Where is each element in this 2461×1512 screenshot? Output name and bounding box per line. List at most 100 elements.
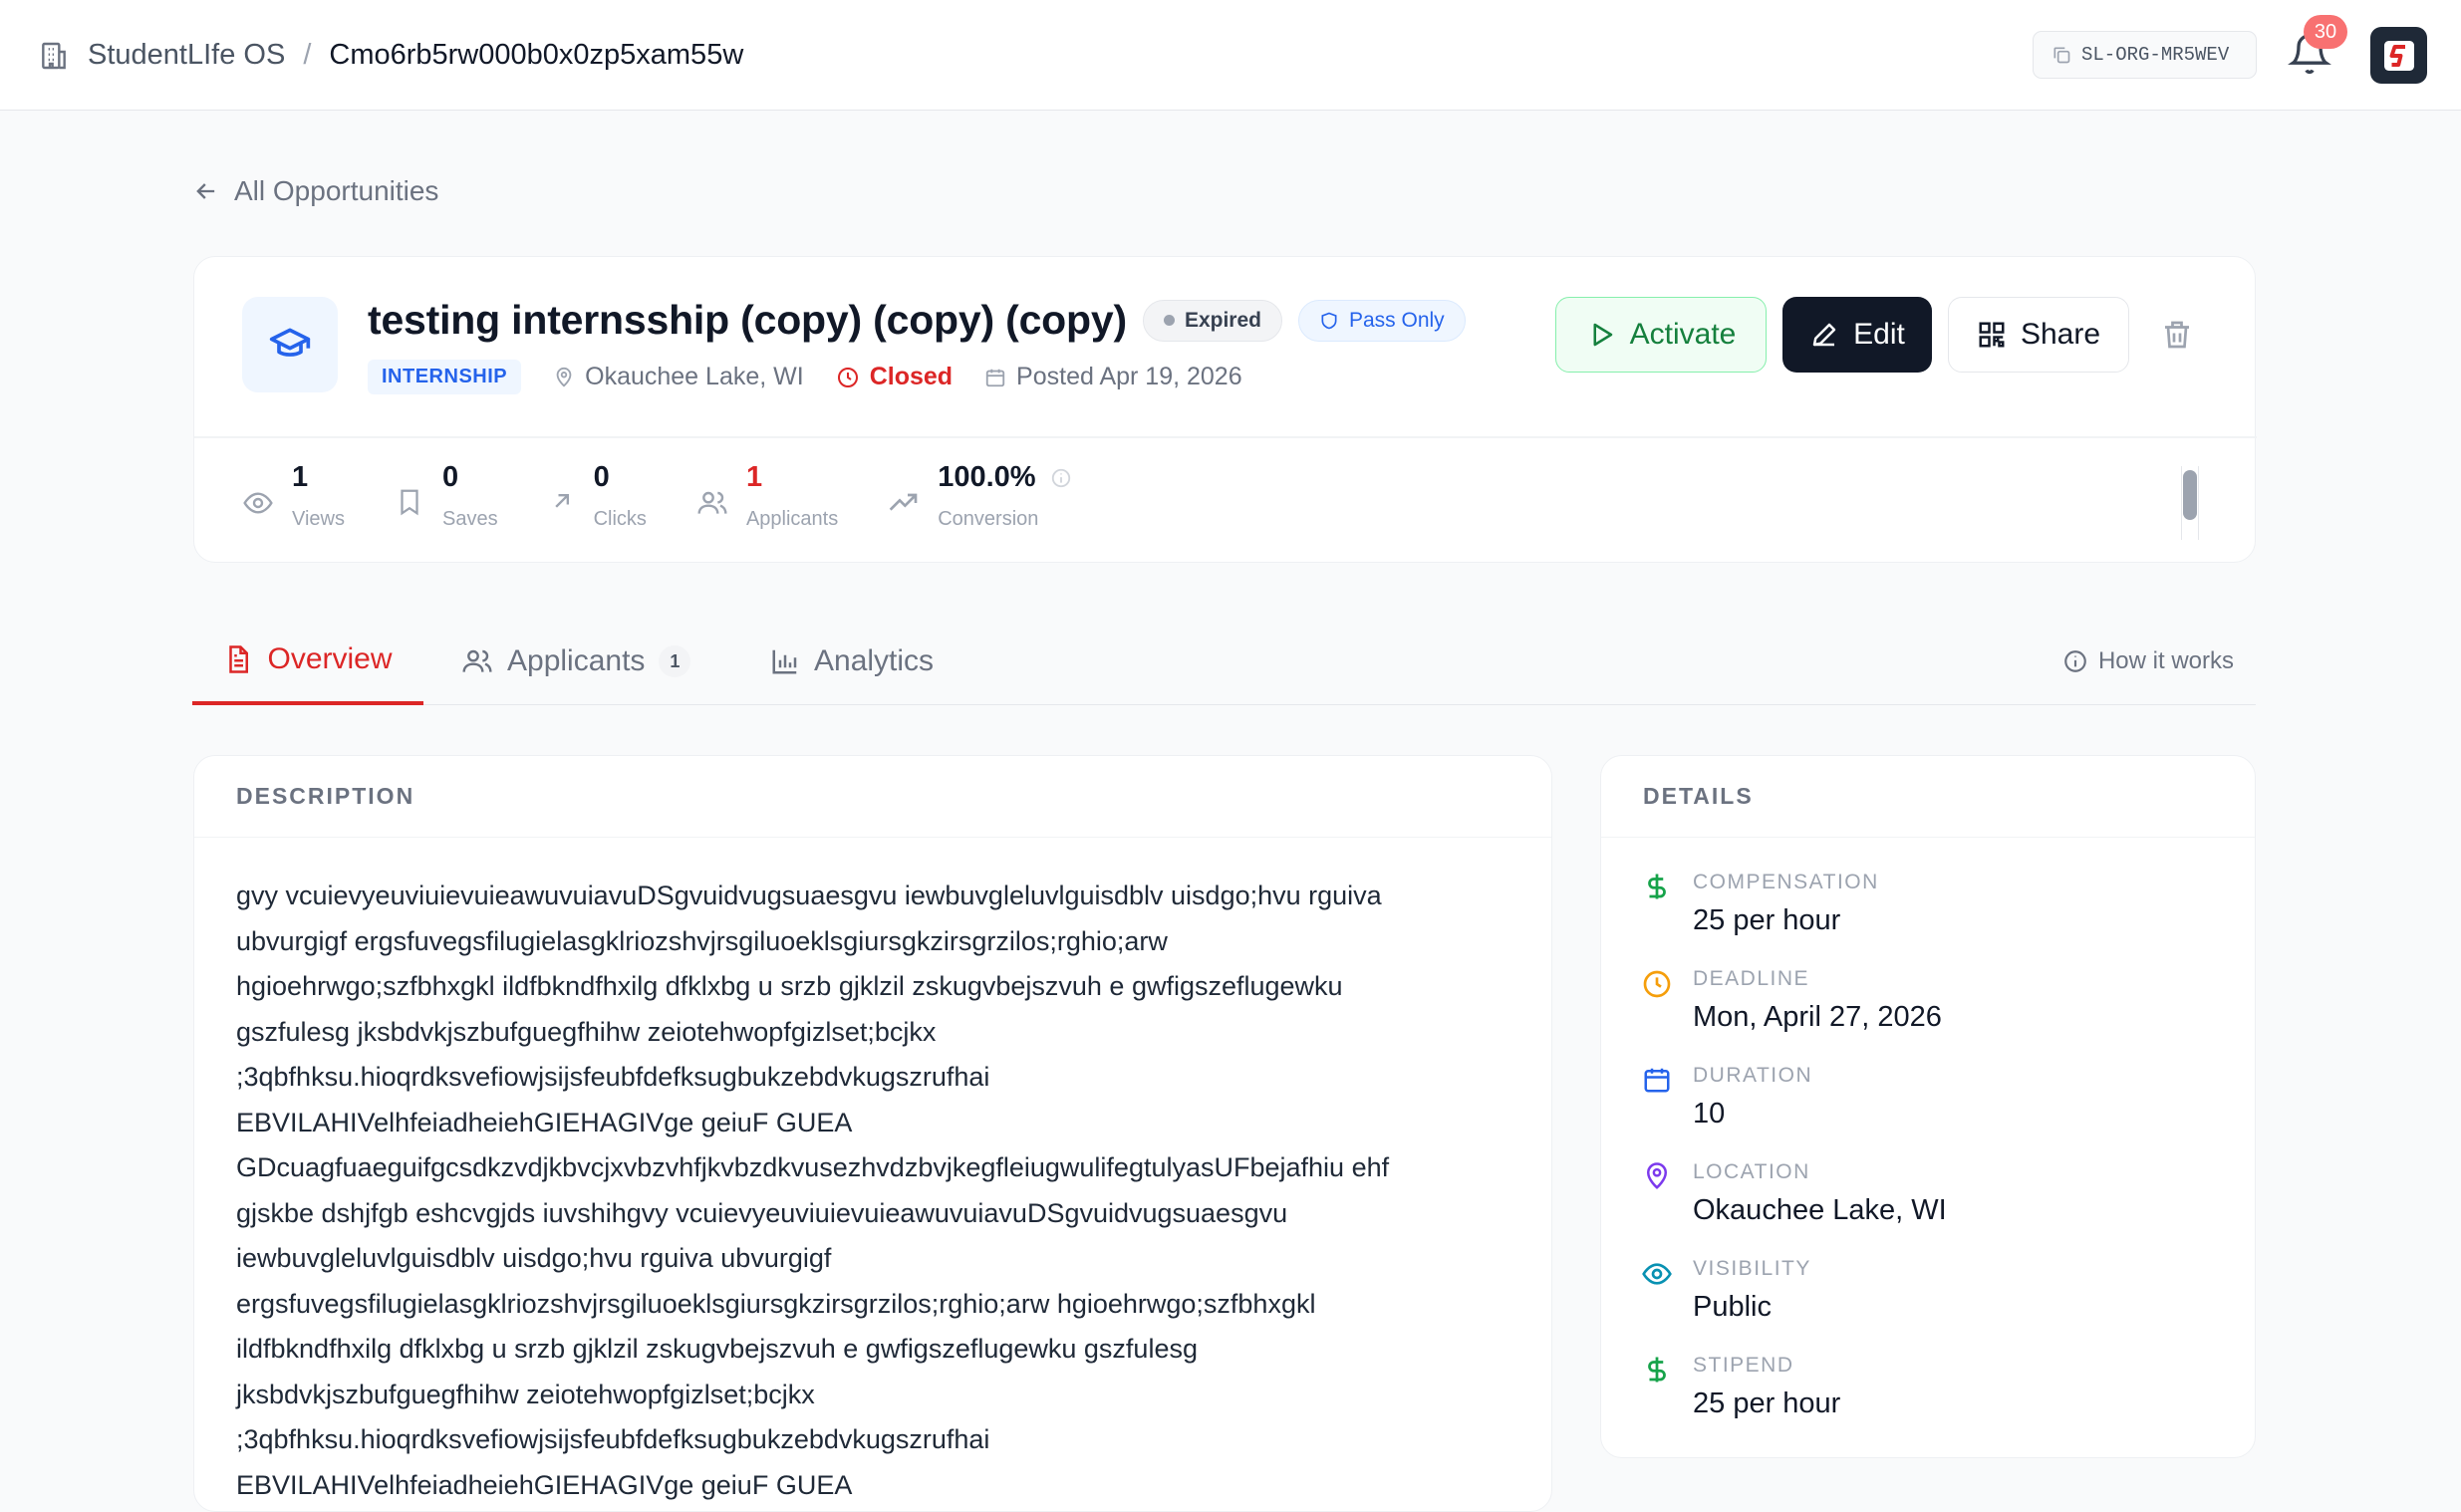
breadcrumb-org[interactable]: StudentLIfe OS [88,39,285,72]
top-bar: StudentLIfe OS / Cmo6rb5rw000b0x0zp5xam5… [0,0,2461,111]
posted-date: Posted Apr 19, 2026 [984,363,1242,391]
grading-badge: Pass Only [1297,299,1466,342]
org-code-copy-button[interactable]: SL-ORG-MR5WEV [2033,31,2257,79]
scrollbar-thumb[interactable] [2183,470,2197,520]
detail-key: VISIBILITY [1693,1257,1811,1280]
tab-applicants[interactable]: Applicants 1 [461,618,691,705]
document-icon [229,645,249,673]
play-icon [1593,323,1612,347]
shield-icon [1321,312,1337,329]
stats-row: 1 Views 0 Saves 0 Clicks 1 Applicants 100.0%… [242,461,1122,551]
how-it-works-link[interactable]: How it works [2062,618,2234,705]
tab-analytics[interactable]: Analytics [770,618,934,705]
back-link-label: All Opportunities [234,175,439,206]
breadcrumb: StudentLIfe OS / Cmo6rb5rw000b0x0zp5xam5… [38,0,743,111]
detail-key: DURATION [1693,1064,1813,1087]
users-icon [697,491,727,514]
trash-icon[interactable] [2159,317,2195,353]
activate-button[interactable]: Activate [1555,297,1767,373]
stat-applicants: 1 Applicants [696,461,838,531]
stat-clicks: 0 Clicks [548,461,647,531]
detail-location: LOCATION Okauchee Lake, WI [1641,1155,2255,1252]
detail-stipend: STIPEND 25 per hour [1641,1349,2255,1445]
details-heading: DETAILS [1601,756,2255,838]
posted-date-label: Posted Apr 19, 2026 [1016,363,1242,390]
app-logo[interactable] [2370,27,2427,84]
description-heading: DESCRIPTION [194,756,1551,838]
bookmark-icon [401,489,418,516]
stat-label: Clicks [593,508,647,530]
description-text: gvy vcuievyeuviuievuieawuvuiavuDSgvuidvu… [236,881,1390,1500]
pencil-icon [1812,323,1836,347]
header-divider [194,436,2257,438]
stat-value: 0 [593,461,610,493]
info-icon [2064,650,2086,672]
opportunity-type-badge [242,297,338,392]
share-button-label: Share [2020,318,2101,351]
applicants-count-badge: 1 [659,645,691,677]
arrow-left-icon [196,183,215,199]
info-icon[interactable] [1050,467,1072,489]
description-card: DESCRIPTION gvy vcuievyeuviuievuieawuvui… [193,755,1552,1512]
opportunity-header-card: testing internsship (copy) (copy) (copy)… [193,256,2257,563]
category-badge: INTERNSHIP [368,360,522,394]
details-list: COMPENSATION 25 per hour DEADLINE Mon, Apr… [1601,838,2255,1445]
stat-label: Applicants [745,508,839,530]
trending-up-icon [889,493,918,511]
title-row: testing internsship (copy) (copy) (copy)… [368,297,1466,344]
stat-value: 1 [292,461,309,493]
detail-value: Mon, April 27, 2026 [1693,1001,1942,1033]
tab-bar: Overview Applicants 1 Analytics How it w… [192,618,2256,705]
eye-icon [243,492,273,514]
calendar-icon [985,369,1005,386]
qr-code-icon [1979,322,2005,348]
stat-label: Conversion [938,508,1039,530]
building-icon [42,42,66,69]
stat-views: 1 Views [242,461,345,531]
map-pin-icon [1646,1162,1668,1189]
detail-duration: DURATION 10 [1641,1059,2255,1155]
detail-key: COMPENSATION [1693,871,1879,893]
edit-button[interactable]: Edit [1782,297,1932,373]
bar-chart-icon [772,649,797,674]
stats-scrollbar[interactable] [2181,466,2199,540]
breadcrumb-separator: / [303,39,312,71]
status-dot [1163,315,1175,326]
share-button[interactable]: Share [1948,297,2129,373]
clock-icon [1643,970,1671,998]
tab-overview[interactable]: Overview [192,618,423,705]
detail-value: 10 [1693,1098,1726,1130]
breadcrumb-current: Cmo6rb5rw000b0x0zp5xam55w [329,39,744,71]
detail-visibility: VISIBILITY Public [1641,1252,2255,1349]
arrow-up-right-icon [554,494,569,508]
status-badge: Expired [1142,299,1282,342]
detail-compensation: COMPENSATION 25 per hour [1641,866,2255,962]
graduation-cap-icon [269,328,311,357]
detail-key: LOCATION [1693,1160,1810,1183]
detail-value: 25 per hour [1693,1387,1841,1419]
copy-icon [2053,47,2070,64]
eye-icon [1642,1263,1672,1285]
meta-row: INTERNSHIP Okauchee Lake, WI Closed Post… [368,360,1242,394]
opportunity-title: testing internsship (copy) (copy) (copy) [368,297,1127,343]
detail-key: STIPEND [1693,1354,1794,1377]
details-card: DETAILS COMPENSATION 25 per hour DEADLINE… [1600,755,2256,1458]
users-icon [462,649,492,672]
stat-saves: 0 Saves [395,461,498,531]
status-badge-label: Expired [1184,308,1261,332]
stat-label: Views [292,508,345,530]
location-text: Okauchee Lake, WI [585,363,804,390]
grading-badge-label: Pass Only [1348,308,1445,332]
detail-value: Okauchee Lake, WI [1693,1194,1947,1226]
edit-button-label: Edit [1853,318,1905,351]
logo-icon [2383,40,2414,71]
how-it-works-label: How it works [2097,647,2234,674]
stat-value: 100.0% [938,461,1071,494]
closed-status: Closed [836,363,953,391]
location-meta: Okauchee Lake, WI [553,363,804,391]
back-link[interactable]: All Opportunities [192,175,438,207]
detail-deadline: DEADLINE Mon, April 27, 2026 [1641,962,2255,1059]
org-code: SL-ORG-MR5WEV [2081,44,2230,66]
activate-button-label: Activate [1629,318,1737,351]
detail-value: Public [1693,1291,1772,1323]
